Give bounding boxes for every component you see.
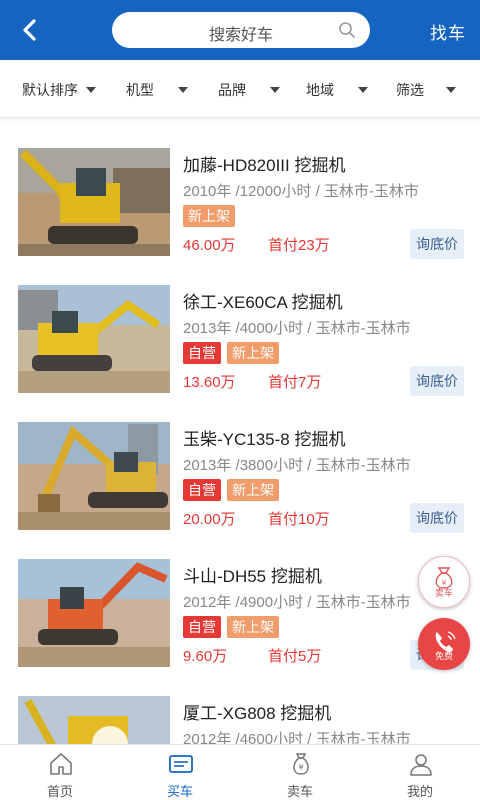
- self-operated-badge: 自营: [183, 616, 221, 638]
- down-payment: 首付5万: [268, 648, 322, 665]
- filter-label: 品牌: [218, 82, 246, 98]
- listing-item[interactable]: 斗山-DH55 挖掘机 2012年 /4900小时 / 玉林市-玉林市 自营 新…: [0, 541, 480, 678]
- listing-price: 9.60万: [183, 648, 228, 665]
- tab-label: 卖车: [286, 784, 313, 799]
- sell-car-label: 卖车: [434, 588, 453, 598]
- down-payment: 首付7万: [268, 374, 322, 391]
- find-car-button[interactable]: 找车: [430, 19, 466, 44]
- listing-item[interactable]: 加藤-HD820III 挖掘机 2010年 /12000小时 / 玉林市-玉林市…: [0, 130, 480, 267]
- excavator-photo: [18, 148, 170, 256]
- chevron-left-icon: [23, 19, 36, 41]
- ask-price-button[interactable]: 询底价: [410, 229, 464, 259]
- phone-icon: [435, 631, 456, 652]
- listing-item[interactable]: 玉柴-YC135-8 挖掘机 2013年 /3800小时 / 玉林市-玉林市 自…: [0, 404, 480, 541]
- down-payment: 首付23万: [268, 237, 330, 254]
- tab-label: 我的: [406, 784, 433, 799]
- filter-label: 默认排序: [22, 82, 78, 98]
- filter-label: 机型: [126, 82, 154, 98]
- excavator-photo: [18, 285, 170, 393]
- filter-more[interactable]: 筛选: [396, 80, 456, 100]
- listing-title: 厦工-XG808 挖掘机: [183, 704, 332, 723]
- caret-down-icon: [446, 87, 456, 93]
- filter-label: 筛选: [396, 82, 424, 98]
- listing-item[interactable]: 徐工-XE60CA 挖掘机 2013年 /4000小时 / 玉林市-玉林市 自营…: [0, 267, 480, 404]
- listing-meta: 2013年 /3800小时 / 玉林市-玉林市: [183, 457, 411, 474]
- listing-price: 20.00万: [183, 511, 236, 528]
- top-bar: 搜索好车 找车: [0, 0, 480, 60]
- tab-label: 首页: [46, 784, 73, 799]
- filter-model[interactable]: 机型: [126, 80, 188, 100]
- ask-price-button[interactable]: 询底价: [410, 503, 464, 533]
- sell-car-float-button[interactable]: ¥ 卖车: [418, 556, 470, 608]
- tag-group: 自营 新上架: [183, 342, 279, 364]
- listing-title: 玉柴-YC135-8 挖掘机: [183, 430, 346, 449]
- filter-label: 地域: [306, 82, 334, 98]
- tab-profile[interactable]: 我的: [360, 745, 480, 800]
- home-icon: [50, 753, 72, 775]
- new-listing-badge: 新上架: [227, 616, 279, 638]
- self-operated-badge: 自营: [183, 479, 221, 501]
- tab-home[interactable]: 首页: [0, 745, 120, 800]
- listing-price: 46.00万: [183, 237, 236, 254]
- new-listing-badge: 新上架: [227, 479, 279, 501]
- listing-meta: 2010年 /12000小时 / 玉林市-玉林市: [183, 183, 419, 200]
- new-listing-badge: 新上架: [227, 342, 279, 364]
- caret-down-icon: [358, 87, 368, 93]
- buy-car-icon: [169, 755, 193, 773]
- filter-brand[interactable]: 品牌: [218, 80, 280, 100]
- bottom-tab-bar: 首页 买车 ¥ 卖车 我的: [0, 744, 480, 800]
- caret-down-icon: [86, 87, 96, 93]
- tag-group: 自营 新上架: [183, 616, 279, 638]
- new-listing-badge: 新上架: [183, 205, 235, 227]
- money-bag-icon: ¥: [293, 753, 309, 775]
- search-icon[interactable]: [338, 21, 356, 39]
- caret-down-icon: [270, 87, 280, 93]
- filter-bar: 默认排序 机型 品牌 地域 筛选: [0, 60, 480, 118]
- listing-title: 徐工-XE60CA 挖掘机: [183, 293, 343, 312]
- search-placeholder: 搜索好车: [208, 27, 273, 44]
- caret-down-icon: [178, 87, 188, 93]
- tag-group: 自营 新上架: [183, 479, 279, 501]
- ask-price-button[interactable]: 询底价: [410, 366, 464, 396]
- excavator-photo: [18, 422, 170, 530]
- tag-group: 新上架: [183, 205, 235, 227]
- free-call-float-button[interactable]: 免费: [418, 618, 470, 670]
- back-button[interactable]: [16, 14, 46, 46]
- down-payment: 首付10万: [268, 511, 330, 528]
- self-operated-badge: 自营: [183, 342, 221, 364]
- excavator-photo: [18, 559, 170, 667]
- search-input[interactable]: 搜索好车: [112, 12, 370, 48]
- free-call-label: 免费: [434, 651, 453, 661]
- listing-price: 13.60万: [183, 374, 236, 391]
- listing-title: 斗山-DH55 挖掘机: [183, 567, 322, 586]
- listing-meta: 2013年 /4000小时 / 玉林市-玉林市: [183, 320, 411, 337]
- money-bag-icon: ¥: [435, 567, 453, 589]
- tab-label: 买车: [166, 784, 193, 799]
- svg-text:¥: ¥: [298, 763, 303, 772]
- tab-buy-car[interactable]: 买车: [120, 745, 240, 800]
- filter-region[interactable]: 地域: [306, 80, 368, 100]
- tab-sell-car[interactable]: ¥ 卖车: [240, 745, 360, 800]
- user-icon: [410, 754, 432, 776]
- listing-title: 加藤-HD820III 挖掘机: [183, 156, 346, 175]
- filter-sort[interactable]: 默认排序: [22, 80, 96, 100]
